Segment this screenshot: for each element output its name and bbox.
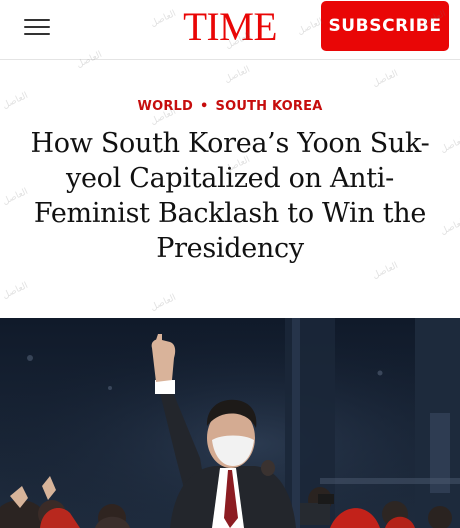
subscribe-button[interactable]: SUBSCRIBE (321, 1, 449, 51)
watermark: العاصل (223, 64, 252, 86)
article-kicker: WORLD • SOUTH KOREA (0, 98, 460, 116)
section-link-world[interactable]: WORLD (138, 99, 193, 114)
section-link-south-korea[interactable]: SOUTH KOREA (216, 99, 323, 114)
watermark: العاصل (371, 68, 400, 90)
watermark: العاصل (439, 216, 460, 238)
hero-photo (0, 318, 460, 528)
kicker-separator: • (200, 99, 209, 114)
time-logo[interactable]: TIME (171, 4, 289, 50)
watermark: العاصل (1, 280, 30, 302)
watermark: العاصل (439, 134, 460, 156)
watermark: العاصل (149, 292, 178, 314)
site-header: TIME SUBSCRIBE (0, 0, 460, 60)
article-headline: How South Korea’s Yoon Suk-yeol Capitali… (30, 128, 430, 264)
hamburger-menu-icon[interactable] (24, 19, 50, 35)
